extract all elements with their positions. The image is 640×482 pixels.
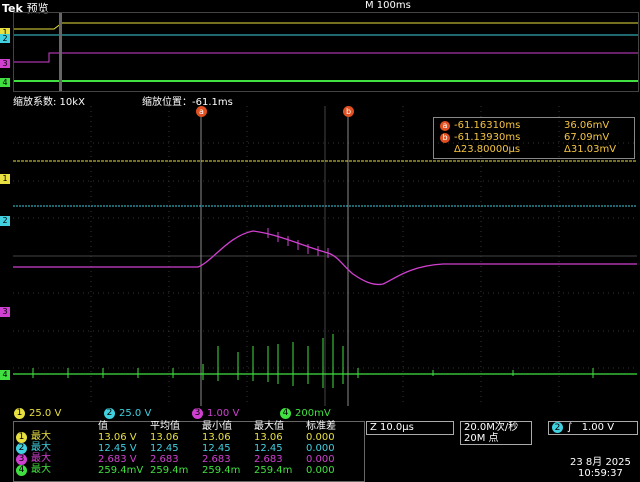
row-max: 12.45 bbox=[254, 442, 283, 454]
overview-traces bbox=[14, 13, 638, 91]
measurement-header-row: 值 平均值 最小值 最大值 标准差 bbox=[14, 422, 338, 432]
overview-ch1-trace bbox=[14, 22, 638, 30]
measurement-table[interactable]: 值 平均值 最小值 最大值 标准差 1 最大 13.06 V 13.06 13.0… bbox=[13, 421, 365, 482]
acquisition-panel[interactable]: 20.0M次/秒 20M 点 bbox=[460, 421, 532, 445]
header-value: 值 bbox=[98, 421, 108, 432]
ch2-scale: 25.0 V bbox=[119, 408, 152, 419]
cursor-b-time: -61.13930ms bbox=[454, 132, 521, 143]
ch3-spikes bbox=[267, 228, 329, 258]
ch3-marker-ov: 3 bbox=[0, 59, 10, 68]
row-max: 259.4m bbox=[254, 464, 293, 476]
row-mean: 12.45 bbox=[150, 442, 179, 454]
trigger-level: 1.00 V bbox=[581, 422, 615, 433]
ch2-scale-button[interactable]: 2 25.0 V bbox=[104, 408, 174, 419]
ch1-scale: 25.0 V bbox=[29, 408, 62, 419]
overview-waveform-area[interactable] bbox=[13, 12, 639, 92]
cursor-b-icon: b bbox=[440, 133, 450, 143]
ch1-marker[interactable]: 1 bbox=[0, 174, 10, 184]
ch4-number: 4 bbox=[280, 408, 291, 419]
sample-rate: 20.0M次/秒 bbox=[464, 422, 519, 433]
measurement-row-ch2: 2 最大 12.45 V 12.45 12.45 12.45 0.000 bbox=[14, 443, 338, 454]
cursor-a-volt: 36.06mV bbox=[564, 120, 610, 131]
timebase-readout[interactable]: M 100ms bbox=[365, 0, 411, 11]
cursor-a-handle[interactable]: a bbox=[196, 106, 207, 117]
ch3-marker[interactable]: 3 bbox=[0, 307, 10, 317]
ch3-number: 3 bbox=[192, 408, 203, 419]
zoom-time-scale[interactable]: Z 10.0μs bbox=[366, 421, 454, 435]
row-value: 13.06 V bbox=[98, 431, 137, 443]
row-mean: 259.4m bbox=[150, 464, 189, 476]
row-label: 最大 bbox=[31, 442, 51, 453]
ch2-marker[interactable]: 2 bbox=[0, 216, 10, 226]
cursor-a-icon: a bbox=[440, 121, 450, 131]
time: 10:59:37 bbox=[577, 468, 623, 479]
cursor-delta-time: Δ23.80000μs bbox=[454, 144, 521, 155]
cursor-b-handle[interactable]: b bbox=[343, 106, 354, 117]
cursor-readout-panel: a -61.16310ms 36.06mV b -61.13930ms 67.09mV … bbox=[433, 117, 635, 159]
ch4-marker[interactable]: 4 bbox=[0, 370, 10, 380]
cursor-b-volt: 67.09mV bbox=[564, 132, 610, 143]
row-ch-badge: 1 bbox=[16, 432, 27, 443]
trigger-channel: 2 bbox=[552, 422, 563, 433]
row-max: 2.683 bbox=[254, 453, 283, 465]
ch3-scale: 1.00 V bbox=[207, 408, 240, 419]
ch1-scale-button[interactable]: 1 25.0 V bbox=[14, 408, 84, 419]
trigger-slope-icon: ∫ bbox=[567, 422, 573, 433]
row-ch-badge: 4 bbox=[16, 465, 27, 476]
row-value: 12.45 V bbox=[98, 442, 137, 454]
row-min: 13.06 bbox=[202, 431, 231, 443]
overview-ch3-trace bbox=[14, 52, 638, 63]
row-std: 0.000 bbox=[306, 431, 335, 443]
overview-channel-markers: 1 2 3 4 bbox=[0, 24, 11, 94]
trigger-panel[interactable]: 2 ∫ 1.00 V bbox=[548, 421, 638, 435]
ch4-spikes bbox=[32, 334, 594, 388]
ch2-marker-ov: 2 bbox=[0, 34, 10, 43]
row-ch-badge: 3 bbox=[16, 454, 27, 465]
row-mean: 13.06 bbox=[150, 431, 179, 443]
row-value: 259.4mV bbox=[98, 464, 144, 476]
ch1-number: 1 bbox=[14, 408, 25, 419]
row-std: 0.000 bbox=[306, 453, 335, 465]
row-min: 12.45 bbox=[202, 442, 231, 454]
ch4-scale-button[interactable]: 4 200mV bbox=[280, 408, 350, 419]
ch3-scale-button[interactable]: 3 1.00 V bbox=[192, 408, 262, 419]
row-label: 最大 bbox=[31, 464, 51, 475]
header-min: 最小值 bbox=[202, 421, 232, 432]
zoom-window-marker bbox=[59, 13, 62, 91]
top-status-bar bbox=[0, 0, 640, 12]
header-max: 最大值 bbox=[254, 421, 284, 432]
cursor-delta-volt: Δ31.03mV bbox=[564, 144, 617, 155]
cursor-a-time: -61.16310ms bbox=[454, 120, 521, 131]
row-ch-badge: 2 bbox=[16, 443, 27, 454]
row-std: 0.000 bbox=[306, 464, 335, 476]
row-min: 2.683 bbox=[202, 453, 231, 465]
row-label: 最大 bbox=[31, 431, 51, 442]
ch4-marker-ov: 4 bbox=[0, 78, 10, 87]
row-value: 2.683 V bbox=[98, 453, 137, 465]
row-label: 最大 bbox=[31, 453, 51, 464]
record-length: 20M 点 bbox=[464, 433, 499, 444]
header-mean: 平均值 bbox=[150, 421, 180, 432]
ch4-scale: 200mV bbox=[295, 408, 331, 419]
date: 23 8月 2025 bbox=[570, 457, 631, 468]
row-mean: 2.683 bbox=[150, 453, 179, 465]
datetime-display: 23 8月 2025 10:59:37 bbox=[570, 457, 631, 479]
header-std: 标准差 bbox=[306, 421, 336, 432]
measurement-row-ch3: 3 最大 2.683 V 2.683 2.683 2.683 0.000 bbox=[14, 454, 338, 465]
ch2-number: 2 bbox=[104, 408, 115, 419]
row-min: 259.4m bbox=[202, 464, 241, 476]
row-std: 0.000 bbox=[306, 442, 335, 454]
measurement-row-ch4: 4 最大 259.4mV 259.4m 259.4m 259.4m 0.000 bbox=[14, 465, 338, 476]
measurement-row-ch1: 1 最大 13.06 V 13.06 13.06 13.06 0.000 bbox=[14, 432, 338, 443]
row-max: 13.06 bbox=[254, 431, 283, 443]
